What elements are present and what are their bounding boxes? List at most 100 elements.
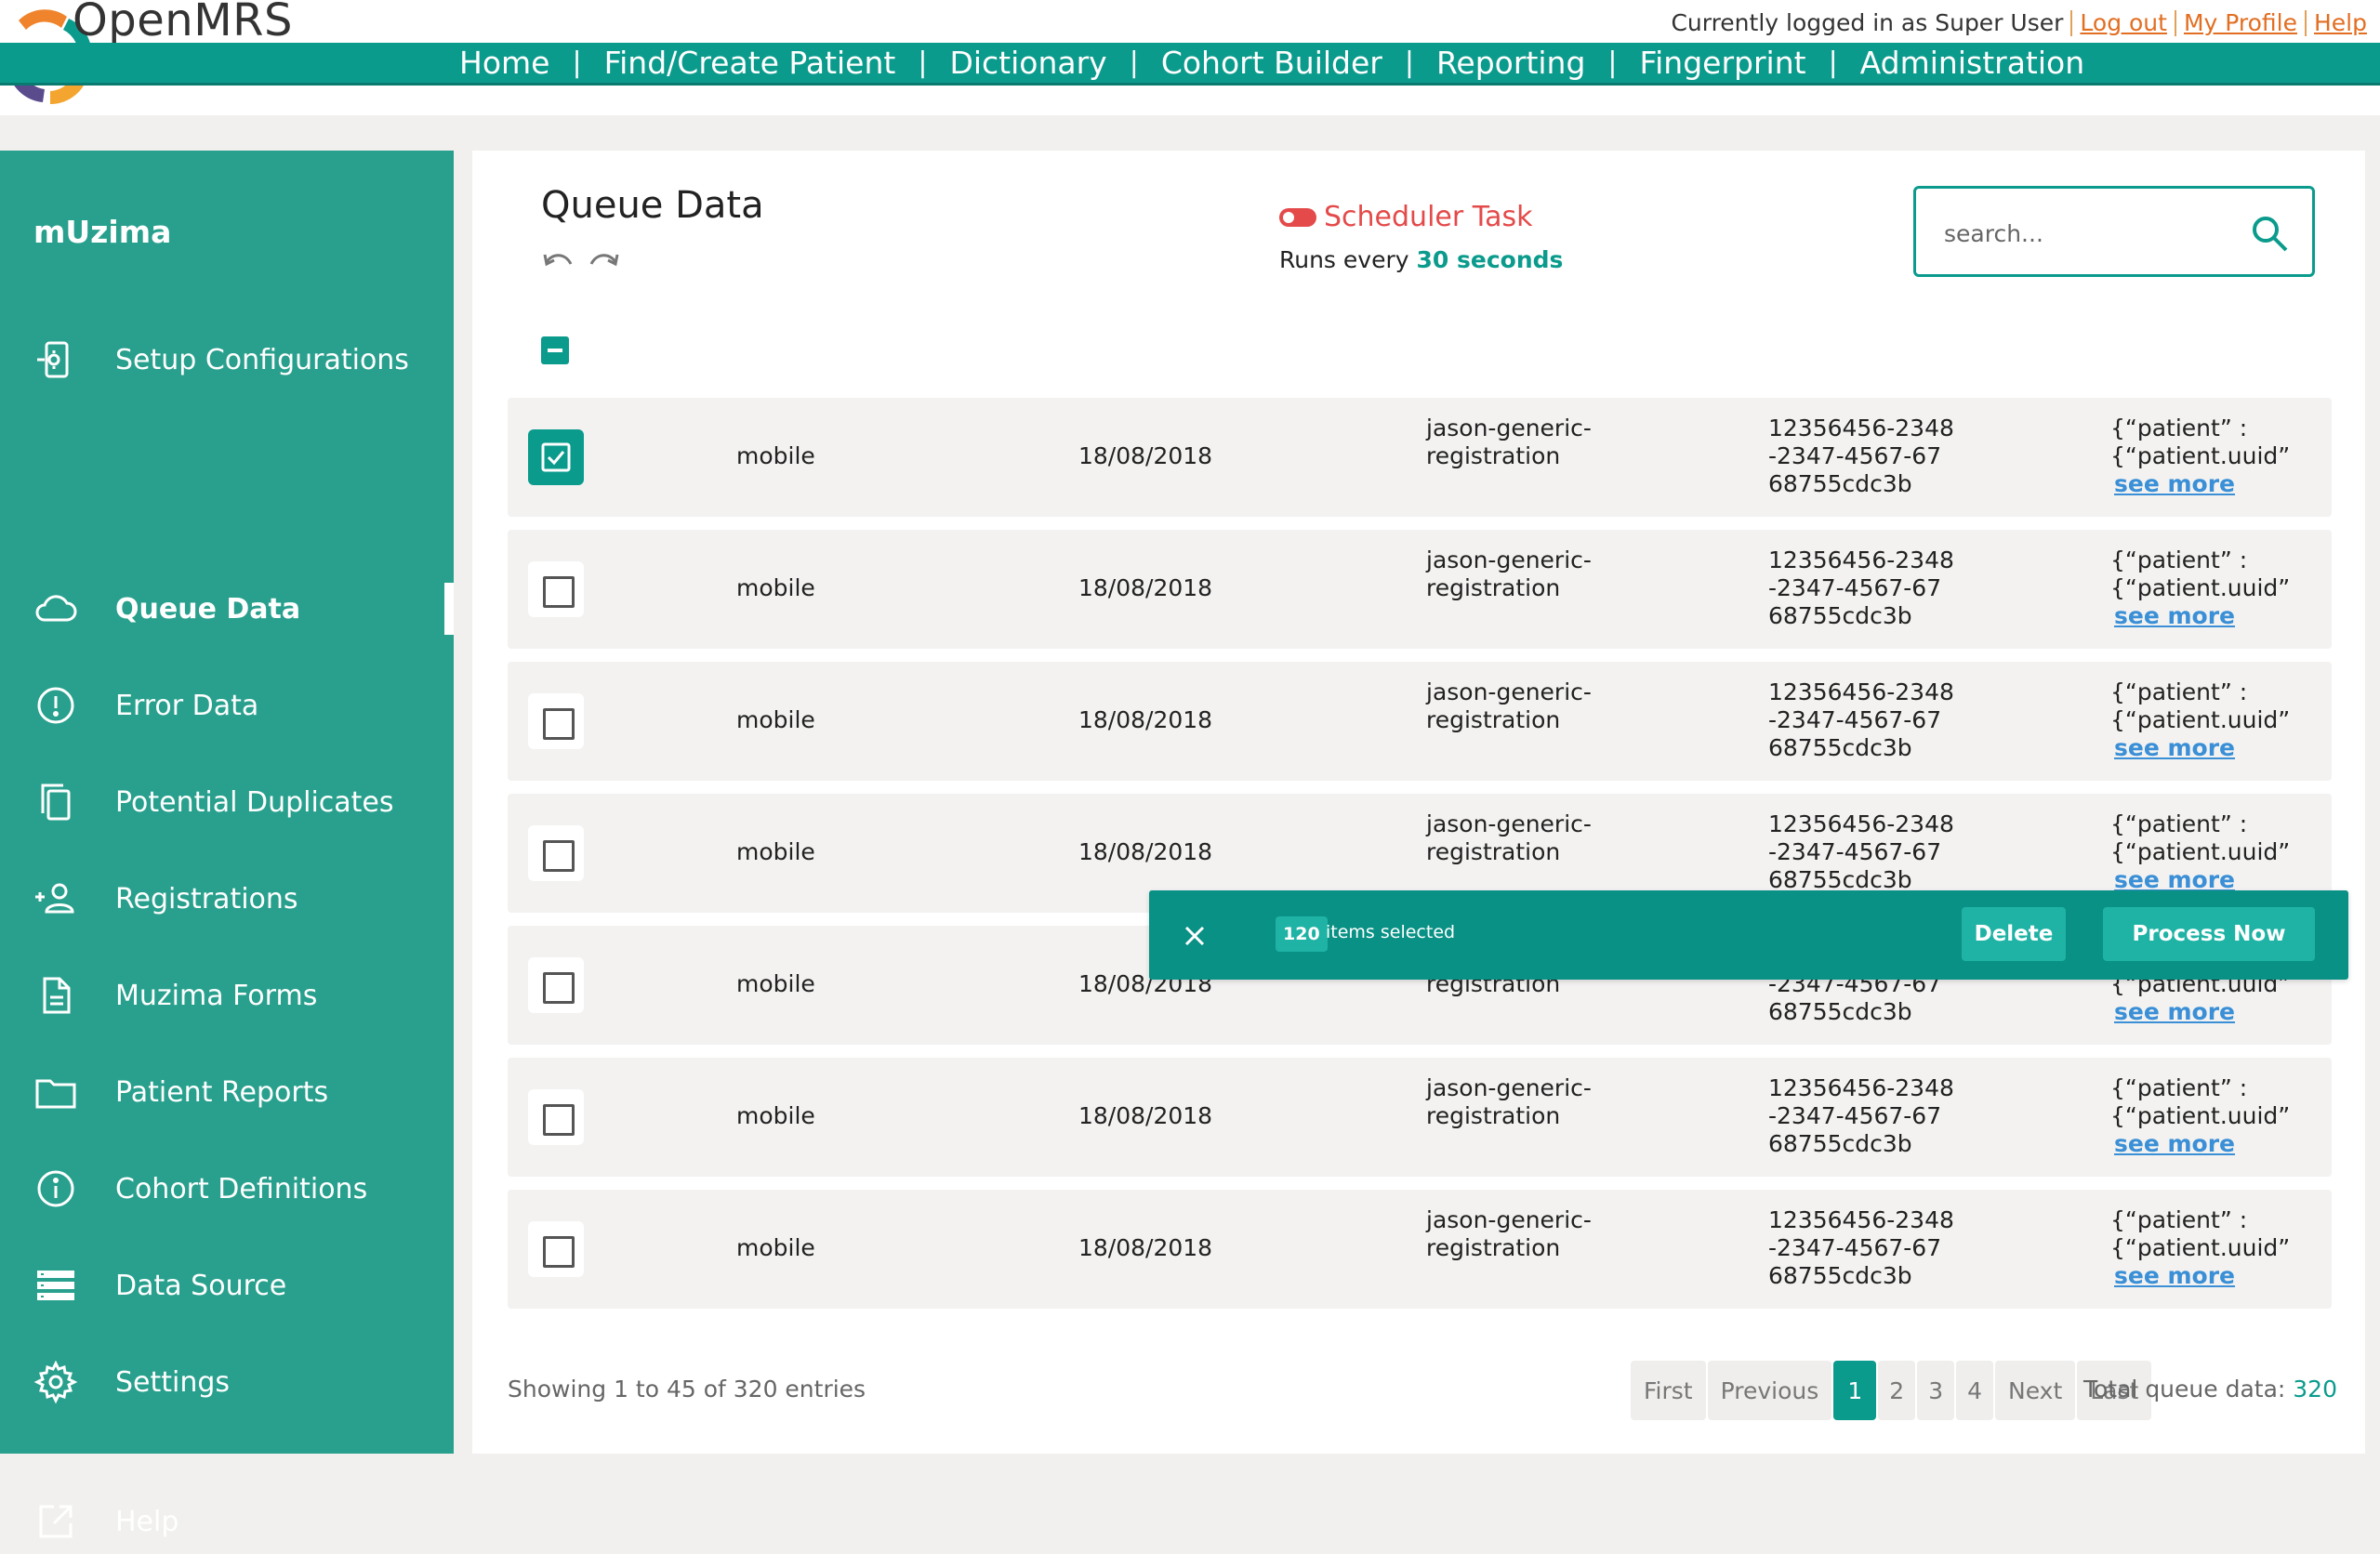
table-row[interactable]: mobile 18/08/2018 jason-generic-registra… [508,1190,2332,1309]
row-checkbox[interactable] [528,693,584,749]
nav-separator: | [572,46,582,79]
cell-patient-uuid: 12356456-2348-2347-4567-6768755cdc3b [1768,810,1954,893]
runs-interval: 30 seconds [1416,246,1564,273]
page-next[interactable]: Next [1995,1361,2076,1420]
scheduler-title-row: Scheduler Task [1279,201,1577,233]
document-icon [43,977,71,1014]
row-checkbox[interactable] [528,1221,584,1277]
sidebar-item-label: Data Source [115,1269,287,1302]
sidebar-item-muzima-forms[interactable]: Muzima Forms [0,963,454,1028]
cell-sender: mobile [736,442,815,469]
cell-submitted-on: 18/08/2018 [1078,1234,1213,1261]
cell-submitted-on: 18/08/2018 [1078,1102,1213,1129]
see-more-link[interactable]: see more [2114,602,2235,629]
scheduler-runs: Runs every 30 seconds [1279,246,1577,273]
search-input[interactable] [1944,215,2241,252]
row-checkbox[interactable] [528,561,584,617]
nav-reporting[interactable]: Reporting [1436,45,1585,81]
process-now-button[interactable]: Process Now [2103,907,2315,961]
table-row[interactable]: mobile 18/08/2018 jason-generic-registra… [508,1058,2332,1177]
sidebar-item-label: Queue Data [115,592,301,626]
nav-home[interactable]: Home [459,45,549,81]
scheduler-title: Scheduler Task [1324,201,1533,233]
table-row[interactable]: mobile 18/08/2018 jason-generic-registra… [508,398,2332,517]
nav-separator: | [1129,46,1139,79]
checkmark-icon [541,442,571,472]
cell-submitted-on: 18/08/2018 [1078,442,1213,469]
nav-find-create-patient[interactable]: Find/Create Patient [604,45,896,81]
page-first[interactable]: First [1631,1361,1706,1420]
folder-icon [35,1079,76,1109]
cell-submitted-on: 18/08/2018 [1078,838,1213,865]
close-icon[interactable] [1183,924,1207,948]
add-person-icon [35,883,74,914]
sidebar-item-data-source[interactable]: Data Source [0,1253,454,1318]
nav-fingerprint[interactable]: Fingerprint [1640,45,1806,81]
sidebar-item-cohort-definitions[interactable]: Cohort Definitions [0,1156,454,1221]
page-2[interactable]: 2 [1878,1361,1916,1420]
page-3[interactable]: 3 [1917,1361,1955,1420]
error-circle-icon [37,687,74,724]
row-checkbox[interactable] [528,1089,584,1145]
page-previous[interactable]: Previous [1707,1361,1832,1420]
cell-patient-uuid: 12356456-2348-2347-4567-6768755cdc3b [1768,547,1954,629]
cell-form-data: {“patient” : {“patient.uuid” see more [2110,415,2324,498]
row-checkbox[interactable] [528,957,584,1013]
page-4[interactable]: 4 [1956,1361,1993,1420]
phone-settings-icon [37,341,69,378]
logout-link[interactable]: Log out [2080,9,2167,36]
row-checkbox[interactable] [528,429,584,485]
sidebar-item-registrations[interactable]: Registrations [0,866,454,931]
storage-icon [37,1271,74,1300]
scheduler-toggle[interactable] [1279,207,1316,227]
help-link[interactable]: Help [2314,9,2367,36]
items-selected-label: items selected [1326,922,1456,942]
see-more-link[interactable]: see more [2114,998,2235,1025]
delete-button[interactable]: Delete [1962,907,2066,961]
nav-cohort-builder[interactable]: Cohort Builder [1161,45,1382,81]
table-header: Sender Submitted On Kind Patient UUID Fo… [472,318,2365,522]
my-profile-link[interactable]: My Profile [2184,9,2297,36]
top-header: OpenMRS Currently logged in as Super Use… [0,0,2380,115]
sidebar-item-settings[interactable]: Settings [0,1350,454,1415]
cloud-icon [35,595,77,622]
nav-administration[interactable]: Administration [1860,45,2084,81]
form-data-text: {“patient” : {“patient.uuid” [2110,1206,2291,1261]
table-row[interactable]: mobile 18/08/2018 jason-generic-registra… [508,662,2332,781]
sidebar-item-error-data[interactable]: Error Data [0,673,454,738]
sidebar-item-queue-data[interactable]: Queue Data [0,576,454,641]
cell-form-data: {“patient” : {“patient.uuid” see more [2110,678,2324,762]
sidebar-item-label: Registrations [115,882,298,915]
cell-form-data: {“patient” : {“patient.uuid” see more [2110,1074,2324,1158]
sidebar-item-label: Setup Configurations [115,343,409,376]
see-more-link[interactable]: see more [2114,734,2235,761]
sidebar-item-patient-reports[interactable]: Patient Reports [0,1060,454,1125]
cell-sender: mobile [736,574,815,601]
sidebar-item-help[interactable]: Help [0,1489,454,1554]
see-more-link[interactable]: see more [2114,1262,2235,1289]
undo-icon[interactable] [541,249,575,270]
cell-sender: mobile [736,970,815,997]
nav-dictionary[interactable]: Dictionary [949,45,1106,81]
cell-kind: jason-generic-registration [1426,678,1592,733]
sidebar-item-setup-configurations[interactable]: Setup Configurations [0,327,454,392]
see-more-link[interactable]: see more [2114,1130,2235,1157]
see-more-link[interactable]: see more [2114,866,2235,893]
table-row[interactable]: mobile 18/08/2018 jason-generic-registra… [508,530,2332,649]
main-nav: Home | Find/Create Patient | Dictionary … [0,43,2380,86]
cell-form-data: {“patient” : {“patient.uuid” see more [2110,810,2324,894]
bulk-action-bar: 120 items selected Delete Process Now [1149,890,2348,980]
runs-prefix: Runs every [1279,246,1409,273]
redo-icon[interactable] [588,249,621,270]
see-more-link[interactable]: see more [2114,470,2235,497]
form-data-text: {“patient” : {“patient.uuid” [2110,1074,2291,1129]
form-data-text: {“patient” : {“patient.uuid” [2110,547,2291,601]
search-icon[interactable] [2247,211,2294,257]
total-label: Total queue data: [2082,1376,2286,1403]
cell-patient-uuid: 12356456-2348-2347-4567-6768755cdc3b [1768,678,1954,761]
page-1[interactable]: 1 [1833,1361,1877,1420]
brand-name: OpenMRS [73,0,293,46]
row-checkbox[interactable] [528,825,584,881]
sidebar-item-potential-duplicates[interactable]: Potential Duplicates [0,770,454,835]
cell-patient-uuid: 12356456-2348-2347-4567-6768755cdc3b [1768,1074,1954,1157]
